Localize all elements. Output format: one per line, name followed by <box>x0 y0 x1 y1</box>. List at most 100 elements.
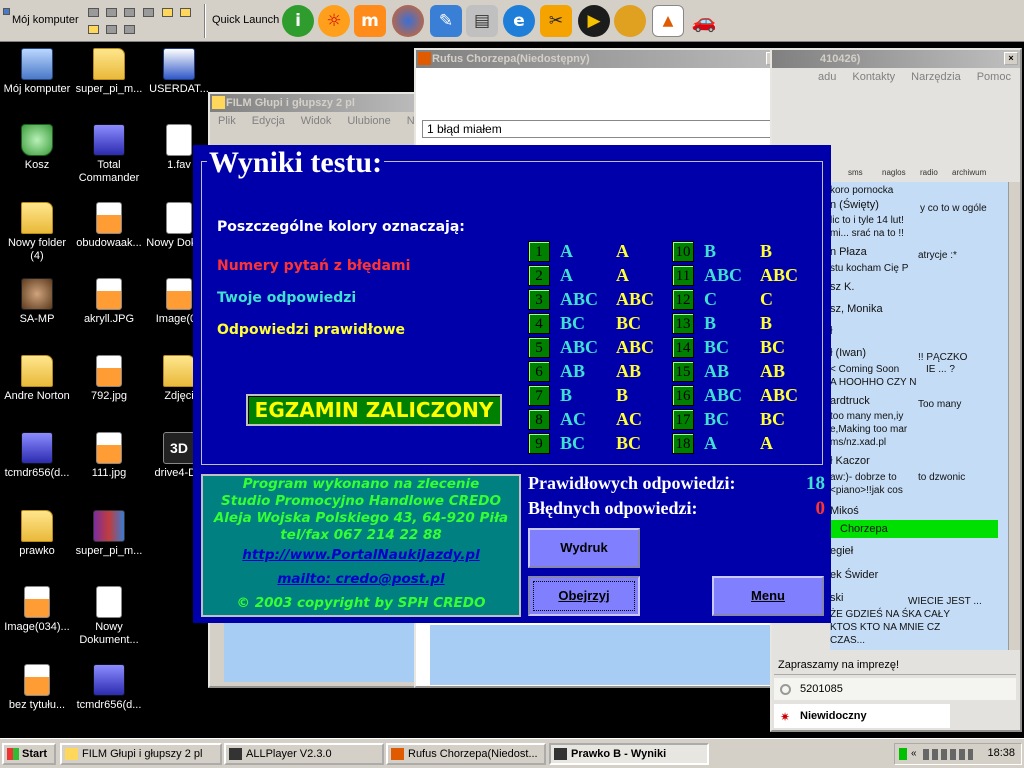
firefox-icon[interactable] <box>392 5 424 37</box>
desktop-icon-tcmdr656-2[interactable]: tcmdr656(d... <box>72 664 146 712</box>
taskbar: Start FILM Głupi i głupszy 2 pl ALLPlaye… <box>0 738 1024 768</box>
review-button[interactable]: Obejrzyj <box>528 576 640 616</box>
car-icon[interactable]: 🚗 <box>688 5 720 37</box>
gg-window-titlebar[interactable]: 410426) × <box>772 50 1020 68</box>
wrong-answers-count: 0 <box>815 498 826 519</box>
internet-explorer-icon[interactable]: e <box>503 5 535 37</box>
contact-item[interactable]: ł (Iwan) <box>830 347 866 359</box>
menu-edit[interactable]: Edycja <box>252 115 285 127</box>
contact-item[interactable]: ł Kaczor <box>830 455 870 467</box>
task-results-window[interactable]: Prawko B - Wyniki <box>549 743 709 765</box>
media-player-icon[interactable]: ▶ <box>578 5 610 37</box>
desktop-icon-super-pi-rar[interactable]: super_pi_m... <box>72 510 146 558</box>
desktop-icon-image034[interactable]: Image(034)... <box>0 586 74 634</box>
menu-button-label: Menu <box>751 588 785 603</box>
contact-status: Too many <box>918 399 962 410</box>
menu-favorites[interactable]: Ulubione <box>347 115 390 127</box>
print-button[interactable]: Wydruk <box>528 528 640 568</box>
desktop-icon-total-commander[interactable]: Total Commander <box>72 124 146 185</box>
contact-item[interactable]: n (Święty) <box>830 199 879 211</box>
desktop-icon-new-folder[interactable]: Nowy folder (4) <box>0 202 74 263</box>
correct-answer: B <box>760 241 773 261</box>
your-answer: B <box>704 313 717 333</box>
desktop-icon-userdat[interactable]: USERDAT... <box>142 48 216 96</box>
desktop-icon-recycle-bin[interactable]: Kosz <box>0 124 74 172</box>
menu-help[interactable]: Pomoc <box>977 71 1011 83</box>
tray-mini-icon[interactable] <box>106 8 117 17</box>
close-button[interactable]: × <box>1004 52 1018 65</box>
menu-contacts[interactable]: Kontakty <box>852 71 895 83</box>
contact-item[interactable]: ski <box>830 592 843 604</box>
tray-mini-icon[interactable] <box>124 25 135 34</box>
desktop-icon-andre-norton[interactable]: Andre Norton <box>0 355 74 403</box>
tray-icons[interactable] <box>923 749 973 760</box>
credo-email-link[interactable]: mailto: credo@post.pl <box>203 571 519 587</box>
film-window-titlebar[interactable]: FILM Głupi i głupszy 2 pl <box>210 94 434 112</box>
desktop-icon-new-document-2[interactable]: Nowy Dokument... <box>72 586 146 647</box>
question-number: 2 <box>528 265 550 286</box>
menu-adu[interactable]: adu <box>818 71 836 83</box>
task-chat-window[interactable]: Rufus Chorzepa(Niedost... <box>386 743 546 765</box>
tray-mini-icon[interactable] <box>143 8 154 17</box>
desktop-icon-my-computer[interactable]: Mój komputer <box>0 48 74 96</box>
desktop-icon-prawko[interactable]: prawko <box>0 510 74 558</box>
desktop-icon-obudowa[interactable]: obudowaak... <box>72 202 146 250</box>
toolbar-announce[interactable]: naglos <box>882 168 906 177</box>
your-answer: C <box>704 289 717 309</box>
info-icon[interactable]: i <box>282 5 314 37</box>
window-layout-icon[interactable]: ▤ <box>466 5 498 37</box>
my-computer-toolbar-label[interactable]: Mój komputer <box>12 14 79 26</box>
desktop-icon-sa-mp[interactable]: SA-MP <box>0 278 74 326</box>
toolbar-separator <box>204 4 206 38</box>
task-film-window[interactable]: FILM Głupi i głupszy 2 pl <box>60 743 222 765</box>
desktop-icon-792[interactable]: 792.jpg <box>72 355 146 403</box>
folder-mini-icon[interactable] <box>162 8 173 17</box>
contact-item-selected[interactable]: Chorzepa <box>830 520 998 538</box>
tray-expand-icon[interactable]: « <box>911 748 917 759</box>
contact-item[interactable]: koro pornocka <box>830 185 893 196</box>
folder-mini-icon[interactable] <box>88 25 99 34</box>
contact-list-scrollbar[interactable] <box>1008 182 1020 650</box>
contact-item[interactable]: n Płaza <box>830 246 867 258</box>
contact-item[interactable]: Mikoś <box>830 505 859 517</box>
contact-item[interactable]: ek Świder <box>830 569 878 581</box>
document-icon[interactable]: ▲ <box>652 5 684 37</box>
test-results-dialog[interactable]: Poszczególne kolory oznaczają: Numery py… <box>193 145 831 623</box>
tray-status-icon[interactable] <box>899 748 907 760</box>
menu-view[interactable]: Widok <box>301 115 332 127</box>
credo-line: Aleja Wojska Polskiego 43, 64-920 Piła <box>213 510 509 526</box>
toolbar-archive[interactable]: archiwum <box>952 168 986 177</box>
tools-icon[interactable]: ✂ <box>540 5 572 37</box>
desktop-icon-111[interactable]: 111.jpg <box>72 432 146 480</box>
tray-mini-icon[interactable] <box>88 8 99 17</box>
menu-button[interactable]: Menu <box>712 576 824 616</box>
tray-mini-icon[interactable] <box>106 25 117 34</box>
sun-icon[interactable]: ☼ <box>318 5 350 37</box>
menu-tools[interactable]: Narzędzia <box>911 71 961 83</box>
contact-item[interactable]: sz K. <box>830 281 854 293</box>
menu-file[interactable]: Plik <box>218 115 236 127</box>
desktop-icon-untitled[interactable]: bez tytułu... <box>0 664 74 712</box>
credo-website-link[interactable]: http://www.PortalNaukiJazdy.pl <box>203 547 519 563</box>
desktop-icon-akryll[interactable]: akryll.JPG <box>72 278 146 326</box>
folder-mini-icon[interactable] <box>180 8 191 17</box>
desktop-icon-super-pi[interactable]: super_pi_m... <box>72 48 146 96</box>
game-character-icon[interactable] <box>614 5 646 37</box>
chat-window-titlebar[interactable]: Rufus Chorzepa(Niedostępny) _ □ × <box>416 50 814 68</box>
task-allplayer[interactable]: ALLPlayer V2.3.0 <box>224 743 384 765</box>
contact-item[interactable]: ardtruck <box>830 395 870 407</box>
edit-app-icon[interactable]: ✎ <box>430 5 462 37</box>
correct-answer: A <box>616 265 629 285</box>
toolbar-sms[interactable]: sms <box>848 168 863 177</box>
gg-presence-status[interactable]: Niewidoczny <box>774 704 950 728</box>
start-button[interactable]: Start <box>2 743 56 765</box>
desktop-icon-tcmdr656[interactable]: tcmdr656(d... <box>0 432 74 480</box>
m-app-icon[interactable]: m <box>354 5 386 37</box>
toolbar-radio[interactable]: radio <box>920 168 938 177</box>
contact-item[interactable]: egieł <box>830 545 853 557</box>
contact-item[interactable]: sz, Monika <box>830 303 883 315</box>
tray-mini-icon[interactable] <box>124 8 135 17</box>
folder-icon <box>93 48 125 80</box>
gg-contact-list[interactable]: koro pornocka n (Święty) y co to w ogóle… <box>830 182 1008 650</box>
gg-status-message[interactable]: Zapraszamy na imprezę! <box>774 655 1016 675</box>
